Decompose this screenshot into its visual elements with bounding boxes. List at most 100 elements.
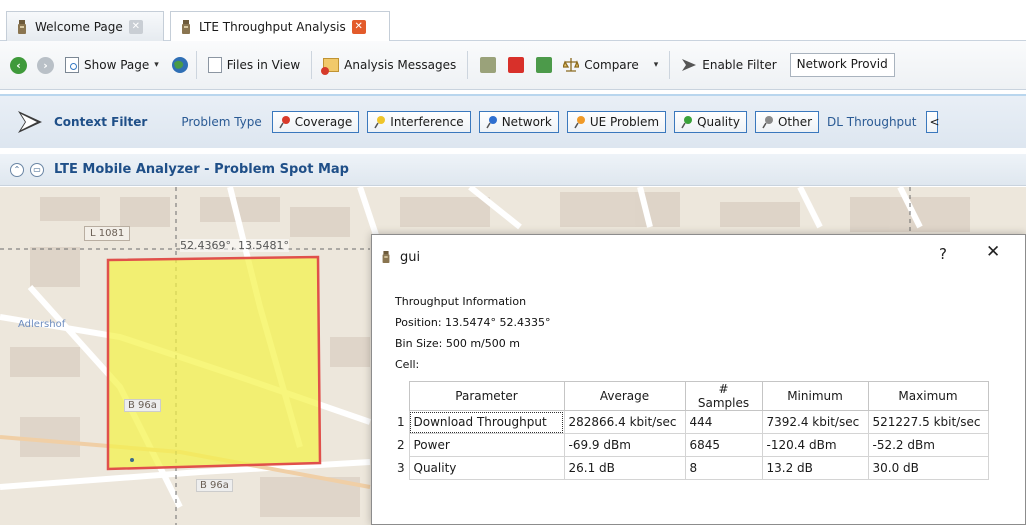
tab-bar: Welcome Page ✕ LTE Throughput Analysis ✕ [0,0,1026,42]
district-label: Adlershof [18,319,66,330]
table-row[interactable]: 3 Quality 26.1 dB 8 13.2 dB 30.0 dB [395,456,989,480]
ue-problem-filter-button[interactable]: UE Problem [566,111,667,133]
samples-cell[interactable]: 6845 [684,433,763,457]
info-title: Throughput Information [395,295,527,308]
close-icon[interactable]: ✕ [128,19,143,34]
average-cell[interactable]: 282866.4 kbit/sec [563,410,686,434]
maximum-cell[interactable]: -52.2 dBm [867,433,989,457]
button-label: UE Problem [589,115,660,129]
average-cell[interactable]: -69.9 dBm [563,433,686,457]
row-number: 2 [397,438,405,452]
chevron-down-icon[interactable]: ▾ [154,60,159,70]
parameter-cell[interactable]: Power [408,433,565,457]
chevron-down-icon[interactable]: ▾ [654,60,659,70]
parameter-cell[interactable]: Quality [408,456,565,480]
dialog-title: gui [400,249,421,265]
table-row[interactable]: 1 Download Throughput 282866.4 kbit/sec … [395,410,989,434]
compare-button[interactable]: Compare ▾ [558,52,663,78]
maximum-cell[interactable]: 521227.5 kbit/sec [867,410,989,434]
samples-cell[interactable]: 444 [684,410,763,434]
cell-text: Cell: [395,358,420,371]
button-label: Interference [390,115,464,129]
app-icon [182,20,190,34]
quality-filter-button[interactable]: Quality [674,111,747,133]
network-filter-button[interactable]: Network [478,111,559,133]
globe-icon[interactable] [170,55,190,75]
analysis-messages-button[interactable]: Analysis Messages [318,52,461,78]
tab-lte-throughput-analysis[interactable]: LTE Throughput Analysis ✕ [170,11,390,42]
button-label: Quality [697,115,740,129]
collapse-icon[interactable]: ⌃ [10,162,24,177]
column-header[interactable]: Parameter [408,381,565,411]
tab-welcome-page[interactable]: Welcome Page ✕ [6,11,164,41]
road-label: B 96a [196,479,233,492]
context-filter-bar: Context Filter Problem Type Coverage Int… [0,94,1026,148]
toolbar: ‹ › Show Page ▾ Files in View Analysis M… [0,41,1026,90]
network-provider-field[interactable]: Network Provid [789,53,895,77]
separator [467,51,469,79]
page-search-icon [65,57,79,73]
close-icon[interactable]: ✕ [351,20,366,34]
close-button[interactable]: ✕ [986,242,1000,262]
bin-size-text: Bin Size: 500 m/500 m [395,337,520,350]
maximum-cell[interactable]: 30.0 dB [867,456,989,480]
dialog-title-bar[interactable]: gui ? ✕ [372,235,1025,279]
problem-type-label: Problem Type [181,115,262,129]
column-header[interactable]: Average [563,381,686,411]
minimum-cell[interactable]: 7392.4 kbit/sec [761,410,869,434]
analysis-messages-label: Analysis Messages [344,58,457,72]
panel-title: LTE Mobile Analyzer - Problem Spot Map [54,162,349,177]
road-label: B 96a [124,399,161,412]
button-label: Other [777,115,813,129]
context-filter-title: Context Filter [54,115,148,129]
panel-header: ⌃ ▭ LTE Mobile Analyzer - Problem Spot M… [0,154,1026,186]
minimum-cell[interactable]: 13.2 dB [761,456,869,480]
show-page-button[interactable]: Show Page ▾ [60,52,164,78]
files-icon [207,57,222,73]
coverage-filter-button[interactable]: Coverage [271,111,360,133]
other-filter-button[interactable]: Other [754,111,820,133]
tab-label: Welcome Page [35,19,123,34]
separator [195,51,197,79]
messages-icon [321,58,340,75]
column-header[interactable]: # Samples [684,381,763,411]
files-in-view-button[interactable]: Files in View [203,52,305,78]
button-label: Coverage [294,115,353,129]
enable-filter-label: Enable Filter [702,58,777,72]
dl-throughput-field[interactable]: < [926,111,940,133]
enable-filter-button[interactable]: Enable Filter [676,52,781,78]
parameter-cell[interactable]: Download Throughput [408,410,565,434]
table-row[interactable]: 2 Power -69.9 dBm 6845 -120.4 dBm -52.2 … [395,433,989,457]
column-header[interactable]: Maximum [867,381,989,411]
report-icon[interactable] [480,57,497,73]
back-icon[interactable]: ‹ [10,56,27,74]
pin-icon [486,116,497,129]
pin-icon [574,116,585,129]
column-header[interactable]: Minimum [761,381,869,411]
help-button[interactable]: ? [939,245,947,263]
show-page-label: Show Page [84,58,150,72]
row-number-header [395,381,409,411]
separator [669,51,671,79]
detach-icon[interactable]: ▭ [30,162,44,177]
button-label: Network [501,115,552,129]
pdf-icon[interactable] [508,57,525,73]
coordinate-readout: 52.4369°, 13.5481° [180,239,289,252]
throughput-info-dialog: gui ? ✕ Throughput Information Position:… [371,234,1026,525]
pin-icon [762,116,773,129]
pin-icon [681,116,693,129]
filter-icon [682,59,697,71]
forward-icon[interactable]: › [37,56,54,74]
pin-icon [279,116,290,129]
minimum-cell[interactable]: -120.4 dBm [761,433,869,457]
pin-icon [374,116,386,129]
average-cell[interactable]: 26.1 dB [563,456,686,480]
separator [311,51,313,79]
samples-cell[interactable]: 8 [684,456,763,480]
tab-label: LTE Throughput Analysis [199,20,346,34]
dl-throughput-label: DL Throughput [827,115,917,129]
filter-icon [18,111,42,133]
interference-filter-button[interactable]: Interference [367,111,471,133]
excel-icon[interactable] [536,57,553,73]
dialog-body: Throughput Information Position: 13.5474… [372,291,1025,480]
